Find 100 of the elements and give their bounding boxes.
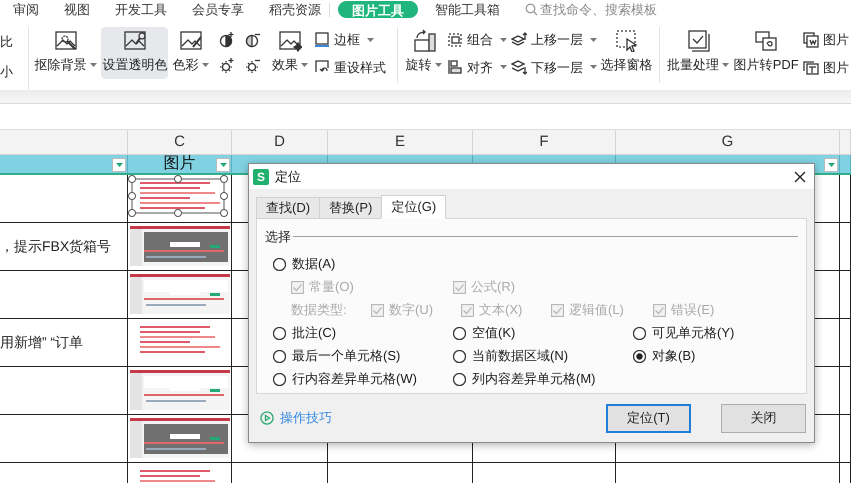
ribbon-button[interactable]: 色彩 <box>170 27 211 79</box>
column-header[interactable]: F <box>473 130 616 154</box>
radio-option[interactable]: 行内容差异单元格(W) <box>273 369 417 389</box>
selection-pointer-icon <box>614 29 639 52</box>
menu-tab[interactable]: 审阅 <box>13 0 39 20</box>
align-icon <box>446 59 463 76</box>
caret-icon <box>220 163 226 167</box>
caret-icon <box>434 62 442 67</box>
table-cell <box>840 367 851 415</box>
image-sparkle-icon <box>278 29 302 52</box>
ribbon-button[interactable]: 效果 <box>268 27 311 79</box>
ribbon-button[interactable]: 组合 <box>446 30 507 50</box>
radio-option[interactable]: 对象(B) <box>633 346 696 366</box>
radio-button[interactable] <box>453 326 466 340</box>
caret-icon <box>828 163 834 167</box>
layer-down-icon <box>510 59 527 76</box>
radio-button[interactable] <box>633 350 646 362</box>
ribbon-label: 小 <box>0 62 13 80</box>
ribbon-button[interactable]: 设置透明色 <box>101 27 168 79</box>
dialog-button[interactable]: 定位(T) <box>606 404 691 432</box>
ribbon-button[interactable]: 图片 <box>802 58 849 77</box>
filter-button[interactable] <box>112 158 126 172</box>
close-icon <box>794 170 806 182</box>
table-cell: 用新增” “订单 <box>0 319 128 367</box>
menu-tab[interactable]: 智能工具箱 <box>435 0 500 20</box>
group-icon <box>446 32 463 48</box>
dialog-tab[interactable]: 定位(G) <box>381 195 446 219</box>
brightness-minus-icon[interactable] <box>244 58 261 74</box>
dialog-tab[interactable]: 查找(D) <box>256 197 320 219</box>
caret-icon <box>300 62 308 67</box>
radio-option[interactable]: 数据(A) <box>273 254 336 274</box>
contrast-minus-icon[interactable] <box>244 32 261 48</box>
dialog-tab[interactable]: 替换(P) <box>319 197 382 219</box>
contrast-plus-icon[interactable] <box>218 32 235 48</box>
dialog-title: 定位 <box>275 168 301 186</box>
column-header[interactable]: G <box>616 130 840 154</box>
ribbon-button[interactable]: 边框 <box>314 30 391 50</box>
caret-icon <box>366 38 374 42</box>
menu-tab[interactable]: 会员专享 <box>192 0 244 20</box>
brightness-plus-icon[interactable] <box>218 58 235 74</box>
ribbon-button[interactable]: 对齐 <box>446 58 507 77</box>
dialog-button[interactable]: 关闭 <box>721 404 806 432</box>
radio-button[interactable] <box>273 258 286 270</box>
ribbon-button[interactable]: 图片转PDF <box>732 27 800 79</box>
ribbon-button[interactable]: 下移一层 <box>510 58 597 77</box>
table-cell: ，提示FBX货箱号 <box>0 223 128 271</box>
group-label: 选择 <box>265 228 291 246</box>
ribbon-button[interactable]: 重设样式 <box>314 58 391 77</box>
ribbon-button[interactable]: 旋转 <box>403 27 444 79</box>
caret-icon <box>590 38 597 42</box>
image-wand-icon <box>54 29 78 52</box>
filter-button[interactable] <box>824 158 838 172</box>
table-cell <box>840 319 851 367</box>
header-cell-text: 图片 <box>164 154 196 174</box>
ribbon-button[interactable]: 图片 <box>802 30 849 50</box>
radio-button[interactable] <box>273 350 286 362</box>
radio-button[interactable] <box>453 350 466 362</box>
radio-option[interactable]: 最后一个单元格(S) <box>273 346 400 366</box>
radio-option[interactable]: 批注(C) <box>273 323 336 343</box>
image-convert-icon <box>754 29 778 52</box>
close-button[interactable] <box>792 168 808 184</box>
ribbon-button[interactable]: 批量处理 <box>665 27 731 79</box>
radio-button[interactable] <box>633 326 646 340</box>
border-icon <box>314 32 330 48</box>
image-pen-icon <box>178 29 203 52</box>
menu-tab[interactable]: 稻壳资源 <box>269 0 321 20</box>
play-icon <box>260 411 274 425</box>
column-header[interactable]: C <box>128 130 232 154</box>
column-header[interactable]: D <box>232 130 328 154</box>
column-header[interactable]: E <box>328 130 473 154</box>
filter-button[interactable] <box>216 158 230 172</box>
search-icon <box>525 3 538 16</box>
ribbon-button[interactable]: 选择窗格 <box>600 27 654 79</box>
caret-icon <box>590 65 597 70</box>
table-cell <box>840 175 851 223</box>
caret-icon <box>722 62 729 67</box>
radio-option[interactable]: 可见单元格(Y) <box>633 323 734 343</box>
ribbon-button[interactable]: 抠除背景 <box>32 27 100 79</box>
ribbon-button[interactable]: 上移一层 <box>510 30 597 50</box>
radio-option[interactable]: 列内容差异单元格(M) <box>453 369 596 389</box>
radio-option[interactable]: 空值(K) <box>453 323 516 343</box>
rotate-icon <box>412 29 436 52</box>
caret-icon <box>116 163 122 167</box>
caret-icon <box>202 62 209 67</box>
layer-up-icon <box>510 32 527 48</box>
option-label: 数据类型: <box>291 301 347 320</box>
table-cell <box>840 271 851 319</box>
image-frame-icon <box>802 32 819 48</box>
caret-icon <box>500 38 507 42</box>
radio-button[interactable] <box>273 372 286 386</box>
search-field[interactable]: 查找命令、搜索模板 <box>525 0 657 20</box>
menu-tab[interactable]: 视图 <box>64 0 90 20</box>
menu-tab[interactable]: 开发工具 <box>115 0 167 20</box>
radio-button[interactable] <box>453 372 466 386</box>
radio-option[interactable]: 当前数据区域(N) <box>453 346 568 366</box>
table-cell <box>840 223 851 271</box>
table-cell <box>840 415 851 463</box>
ribbon-label: 比 <box>0 33 13 51</box>
radio-button[interactable] <box>273 326 286 340</box>
image-brush-icon <box>122 29 147 52</box>
